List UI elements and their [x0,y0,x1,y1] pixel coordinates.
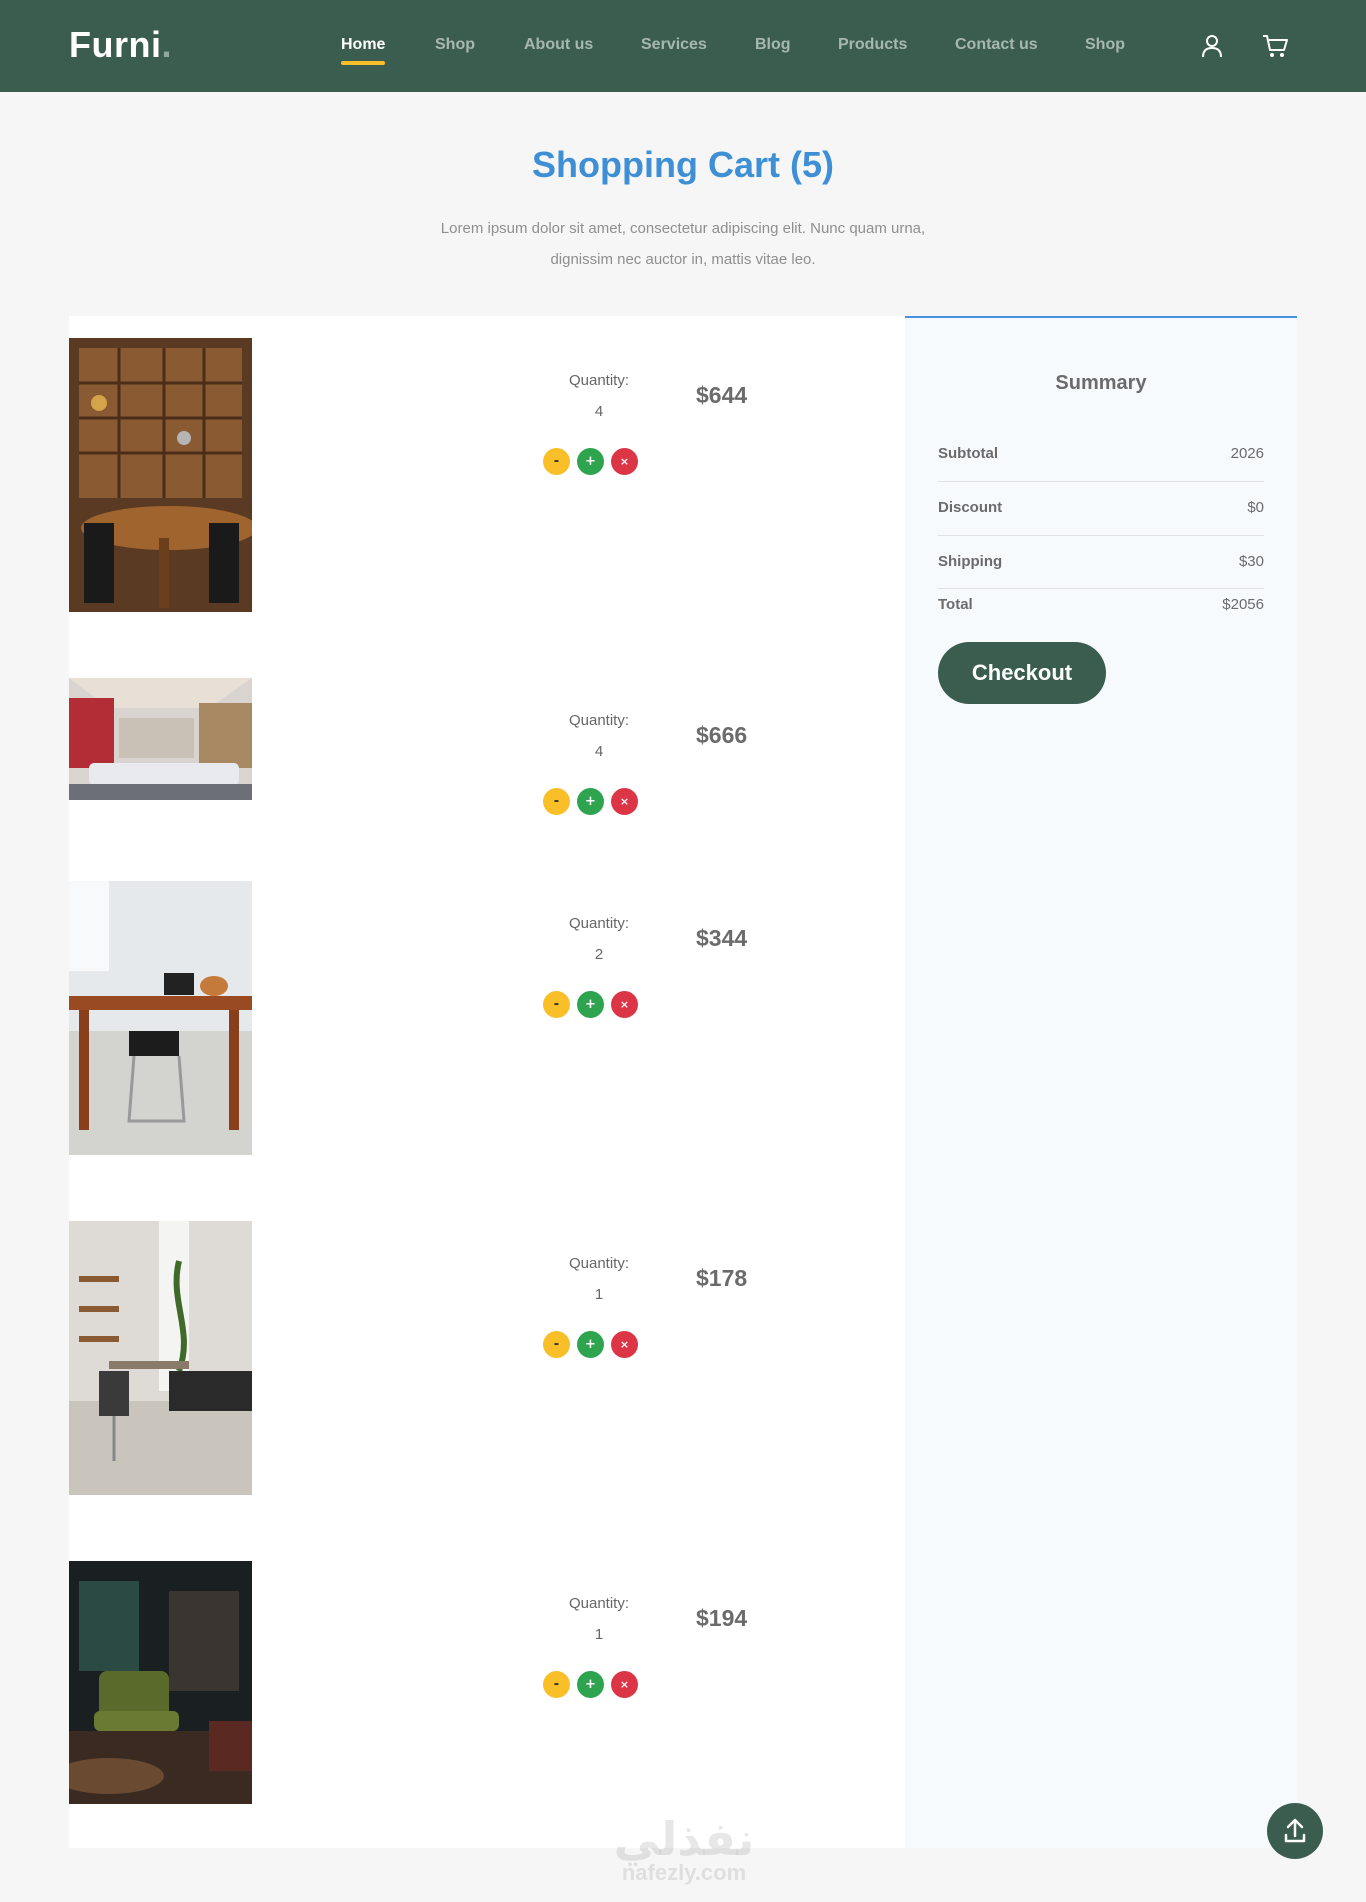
quantity-value: 4 [594,743,604,760]
cart-item: Quantity: 2 $344 - + × [69,881,829,1155]
remove-item-button[interactable]: × [611,1671,638,1698]
quantity-value: 1 [594,1626,604,1643]
brand-logo[interactable]: Furni. [69,24,172,66]
decrease-quantity-button[interactable]: - [543,991,570,1018]
discount-value: $0 [1247,499,1264,516]
scroll-to-top-button[interactable] [1267,1803,1323,1859]
decrease-quantity-button[interactable]: - [543,1331,570,1358]
brand-dot: . [161,24,172,65]
increase-quantity-button[interactable]: + [577,448,604,475]
increase-quantity-button[interactable]: + [577,1331,604,1358]
discount-label: Discount [938,499,1003,516]
cart-item: Quantity: 4 $666 - + × [69,678,829,815]
remove-item-button[interactable]: × [611,788,638,815]
total-label: Total [938,596,973,613]
quantity-label: Quantity: [568,1595,630,1612]
quantity-label: Quantity: [568,712,630,729]
nav-shop-2[interactable]: Shop [1085,36,1125,54]
remove-item-button[interactable]: × [611,448,638,475]
item-price: $344 [696,925,748,951]
quantity-label: Quantity: [568,372,630,389]
item-price: $194 [696,1605,748,1631]
page-title: Shopping Cart (5) [532,144,834,185]
summary-panel [905,316,1297,1848]
quantity-value: 2 [594,946,604,963]
subtotal-label: Subtotal [938,445,998,462]
decrease-quantity-button[interactable]: - [543,448,570,475]
remove-item-button[interactable]: × [611,1331,638,1358]
shipping-label: Shipping [938,553,1003,570]
watermark-latin: nafezly.com [621,1860,747,1885]
divider [938,535,1264,536]
shipping-value: $30 [1238,553,1264,570]
user-icon[interactable] [1198,32,1226,60]
divider [938,588,1264,589]
watermark: نفذلي nafezly.com [596,1812,772,1886]
cart-item: Quantity: 1 $194 - + × [69,1561,829,1804]
product-image [69,881,252,1155]
increase-quantity-button[interactable]: + [577,788,604,815]
nav-about-us[interactable]: About us [524,36,593,54]
nav-products[interactable]: Products [838,36,907,54]
divider [938,481,1264,482]
decrease-quantity-button[interactable]: - [543,1671,570,1698]
increase-quantity-button[interactable]: + [577,1671,604,1698]
quantity-label: Quantity: [568,915,630,932]
cart-item: Quantity: 1 $178 - + × [69,1221,829,1495]
decrease-quantity-button[interactable]: - [543,788,570,815]
product-image [69,338,252,612]
remove-item-button[interactable]: × [611,991,638,1018]
summary-title: Summary [1055,372,1147,394]
upload-arrow-icon [1284,1818,1306,1843]
checkout-button[interactable]: Checkout [938,642,1106,704]
product-image [69,678,252,800]
total-value: $2056 [1222,596,1264,613]
page-subtitle: Lorem ipsum dolor sit amet, consectetur … [440,220,926,268]
nav-home[interactable]: Home [341,36,386,65]
item-price: $644 [696,382,748,408]
quantity-value: 1 [594,1286,604,1303]
item-price: $178 [696,1265,748,1291]
item-price: $666 [696,722,748,748]
brand-name: Furni [69,24,162,65]
nav-shop[interactable]: Shop [435,36,475,54]
cart-item: Quantity: 4 $644 - + × [69,338,829,612]
product-image [69,1561,252,1804]
product-image [69,1221,252,1495]
subtotal-value: 2026 [1230,445,1264,462]
watermark-arabic: نفذلي [613,1812,755,1866]
nav-services[interactable]: Services [641,36,707,54]
quantity-value: 4 [594,403,604,420]
increase-quantity-button[interactable]: + [577,991,604,1018]
nav-blog[interactable]: Blog [755,36,791,54]
nav-contact-us[interactable]: Contact us [955,36,1038,54]
cart-icon[interactable] [1261,32,1289,60]
top-navbar: Furni. Home Shop About us Services Blog … [0,0,1366,92]
quantity-label: Quantity: [568,1255,630,1272]
